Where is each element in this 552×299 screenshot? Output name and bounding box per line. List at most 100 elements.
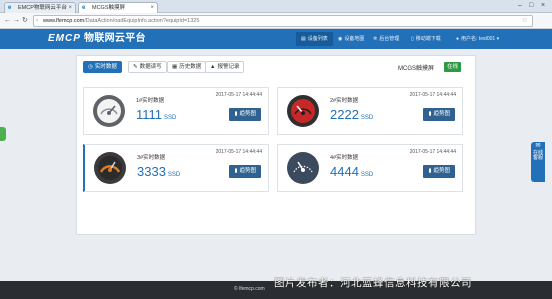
- trend-chart-button[interactable]: ▮ 趋势图: [423, 165, 455, 178]
- tab-read-write[interactable]: ✎ 数据读写: [128, 61, 167, 73]
- card-timestamp: 2017-05-17 14:44:44: [215, 92, 262, 98]
- gauge-dark-icon: [287, 152, 319, 184]
- gear-icon: ✲: [373, 36, 378, 42]
- card-value: 3333: [137, 164, 166, 179]
- button-label: 趋势图: [239, 111, 256, 117]
- close-icon[interactable]: ×: [150, 3, 154, 13]
- data-card-4: 4#实时数据 2017-05-17 14:44:44 4444 SSD ▮ 趋势图: [277, 144, 463, 192]
- app-header: EMCP 物联网云平台 ▤ 设备列表 ◉ 设备地图 ✲ 后台管理 ▯ 移动端下载 ● 用户…: [0, 29, 552, 49]
- footer-link[interactable]: lfemcp.com: [239, 286, 265, 292]
- logo-text: 物联网云平台: [84, 33, 146, 44]
- card-unit: SSD: [360, 172, 374, 178]
- nav-label: 移动端下载: [415, 36, 441, 42]
- maximize-icon[interactable]: □: [529, 1, 533, 10]
- nav-label: 后台管理: [379, 36, 400, 42]
- nav-label: 设备地图: [344, 36, 365, 42]
- card-value-row: 3333 SSD: [137, 165, 180, 182]
- chart-icon: ▮: [428, 168, 432, 174]
- trend-chart-button[interactable]: ▮ 趋势图: [229, 165, 261, 178]
- close-icon[interactable]: ×: [68, 3, 72, 13]
- card-timestamp: 2017-05-17 14:44:44: [409, 149, 456, 155]
- trend-chart-button[interactable]: ▮ 趋势图: [229, 108, 261, 121]
- browser-tab-bar: e EMCP物联网云平台 × e MCGS触摸屏 × – □ ×: [0, 0, 552, 13]
- tab-label: 历史数据: [179, 64, 202, 70]
- card-unit: SSD: [167, 172, 181, 178]
- card-value: 4444: [330, 164, 359, 179]
- url-field[interactable]: ▫ www.lfemcp.com/DataAction/oadEquipInfo…: [33, 15, 533, 27]
- card-title: 2#实时数据: [330, 98, 359, 104]
- close-window-icon[interactable]: ×: [541, 1, 545, 10]
- chart-icon: ▮: [428, 111, 432, 117]
- card-value: 1111: [136, 107, 163, 122]
- card-value-row: 1111 SSD: [136, 108, 176, 125]
- device-name: MCGS触摸屏: [398, 66, 435, 72]
- tab-label: 数据读写: [139, 64, 162, 70]
- mobile-icon: ▯: [411, 36, 414, 42]
- star-icon[interactable]: ☆: [522, 16, 528, 26]
- tab-history[interactable]: ▦ 历史数据: [167, 61, 207, 73]
- ie-icon: e: [82, 5, 86, 11]
- tab-label: 报警记录: [217, 64, 240, 70]
- card-value: 2222: [330, 107, 359, 122]
- data-card-3: 3#实时数据 2017-05-17 14:44:44 3333 SSD ▮ 趋势图: [83, 144, 269, 192]
- card-unit: SSD: [164, 115, 177, 121]
- gauge-red-icon: [287, 95, 319, 127]
- trend-chart-button[interactable]: ▮ 趋势图: [423, 108, 455, 121]
- button-label: 趋势图: [433, 168, 450, 174]
- card-value-row: 4444 SSD: [330, 165, 373, 182]
- clock-icon: ◷: [88, 64, 93, 70]
- data-card-1: 1#实时数据 2017-05-17 14:44:44 1111 SSD ▮ 趋势图: [83, 87, 269, 135]
- card-timestamp: 2017-05-17 14:44:44: [409, 92, 456, 98]
- url-host: www.lfemcp.com: [43, 18, 85, 24]
- logo-brand: EMCP: [48, 33, 81, 44]
- card-timestamp: 2017-05-17 14:44:44: [215, 149, 262, 155]
- status-badge: 在线: [444, 62, 462, 72]
- nav-mobile-download[interactable]: ▯ 移动端下载: [406, 32, 446, 46]
- reload-icon[interactable]: ↻: [22, 16, 28, 26]
- nav-label: 设备列表: [307, 36, 328, 42]
- nav-admin[interactable]: ✲ 后台管理: [368, 32, 404, 46]
- logo[interactable]: EMCP 物联网云平台: [48, 32, 146, 46]
- card-title: 1#实时数据: [136, 98, 165, 104]
- gauge-white-icon: [93, 95, 125, 127]
- chevron-down-icon: ▾: [495, 36, 500, 42]
- watermark: 图片发布者：河北蓝蜂信息科技有限公司: [274, 277, 472, 289]
- forward-icon[interactable]: →: [13, 16, 20, 26]
- side-handle[interactable]: [0, 127, 6, 141]
- page-icon: ▫: [36, 18, 39, 24]
- url-path: /DataAction/oadEquipInfo.action?equipId=…: [84, 18, 200, 24]
- tab-alarm[interactable]: ▲ 报警记录: [205, 61, 245, 73]
- button-label: 趋势图: [433, 111, 450, 117]
- nav-device-map[interactable]: ◉ 设备地图: [333, 32, 369, 46]
- bell-icon: ▲: [210, 64, 216, 70]
- nav-device-list[interactable]: ▤ 设备列表: [296, 32, 333, 46]
- card-unit: SSD: [360, 115, 374, 121]
- nav-label: 用户名: test001: [461, 36, 496, 42]
- gauge-orange-icon: [94, 152, 126, 184]
- button-label: 趋势图: [239, 168, 256, 174]
- table-icon: ▦: [172, 64, 178, 70]
- ie-icon: e: [8, 5, 12, 11]
- tab-realtime[interactable]: ◷ 实时数据: [83, 61, 122, 73]
- user-icon: ●: [456, 36, 460, 42]
- edit-icon: ✎: [133, 64, 138, 70]
- tab-label: 实时数据: [94, 64, 117, 70]
- service-label: 在线客服: [532, 149, 543, 161]
- back-icon[interactable]: ←: [4, 16, 11, 26]
- minimize-icon[interactable]: –: [518, 1, 522, 10]
- map-icon: ◉: [338, 36, 343, 42]
- browser-tab-mcgs[interactable]: e MCGS触摸屏 ×: [78, 2, 158, 13]
- browser-tab-emcp[interactable]: e EMCP物联网云平台 ×: [4, 2, 76, 13]
- address-bar: ← → ↻ ▫ www.lfemcp.com/DataAction/oadEqu…: [0, 13, 552, 29]
- card-title: 4#实时数据: [330, 155, 359, 161]
- list-icon: ▤: [301, 36, 306, 42]
- card-value-row: 2222 SSD: [330, 108, 373, 125]
- chart-icon: ▮: [234, 168, 238, 174]
- nav-user-menu[interactable]: ● 用户名: test001 ▾: [451, 32, 504, 46]
- browser-tab-label: MCGS触摸屏: [92, 5, 126, 11]
- footer-text: © lfemcp.com: [234, 286, 265, 292]
- online-service-button[interactable]: ✉ 在线客服: [531, 142, 545, 182]
- data-card-2: 2#实时数据 2017-05-17 14:44:44 2222 SSD ▮ 趋势图: [277, 87, 463, 135]
- chart-icon: ▮: [234, 111, 238, 117]
- page-body: ◷ 实时数据 ✎ 数据读写 ▦ 历史数据 ▲ 报警记录 MCGS触摸屏 在线 1#实时数…: [0, 49, 552, 281]
